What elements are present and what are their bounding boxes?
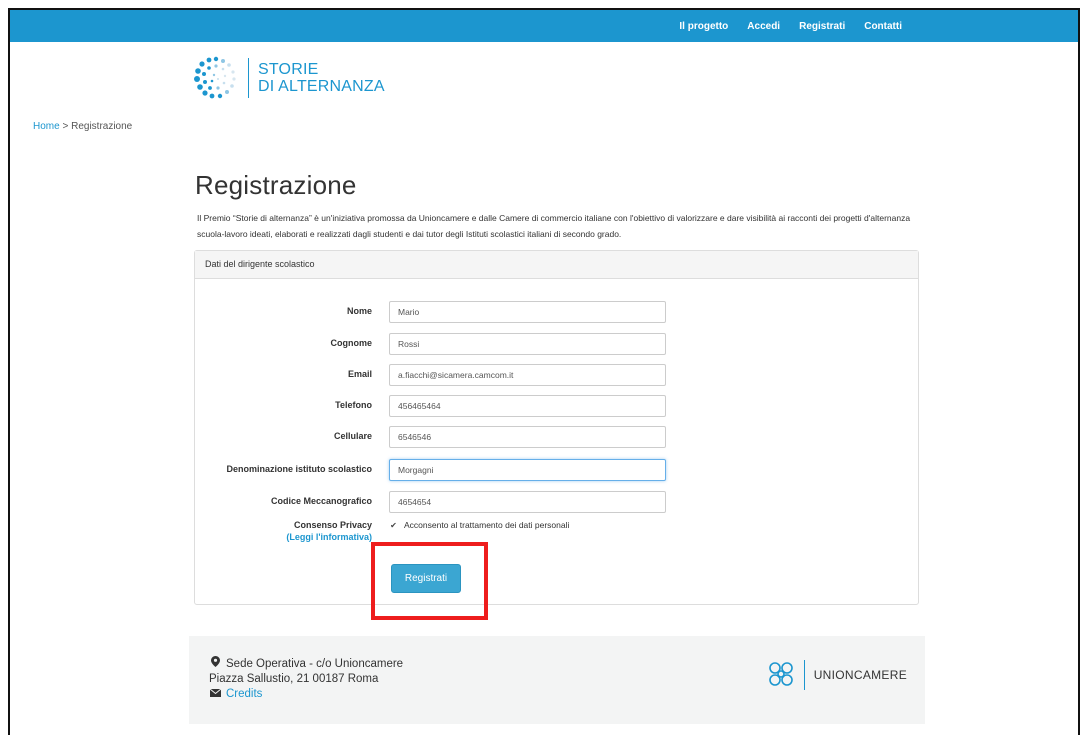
form-row-telefono: Telefono <box>195 395 918 417</box>
cellulare-label: Cellulare <box>333 431 372 441</box>
envelope-icon <box>209 687 221 702</box>
footer-brand-divider <box>803 660 805 690</box>
cellulare-field[interactable] <box>389 426 666 448</box>
breadcrumb-home[interactable]: Home <box>33 121 60 132</box>
nav-registrati[interactable]: Registrati <box>799 21 845 32</box>
codice-meccanografico-field[interactable] <box>389 491 666 513</box>
privacy-label-text: Consenso Privacy <box>293 520 372 530</box>
unioncamere-knot-icon <box>768 662 793 686</box>
telefono-field[interactable] <box>389 395 666 417</box>
istituto-field[interactable] <box>389 459 666 481</box>
site-logo[interactable]: STORIE DI ALTERNANZA <box>192 55 385 101</box>
form-row-istituto: Denominazione istituto scolastico <box>195 459 918 481</box>
panel-heading: Dati del dirigente scolastico <box>195 251 918 279</box>
form-row-cellulare: Cellulare <box>195 426 918 448</box>
top-navbar: Il progetto Accedi Registrati Contatti <box>10 10 1078 42</box>
privacy-label: Consenso Privacy (Leggi l'informativa) <box>286 519 372 543</box>
nome-label: Nome <box>346 306 372 316</box>
cognome-label: Cognome <box>330 338 373 348</box>
breadcrumb-current: Registrazione <box>71 121 133 132</box>
top-navigation: Il progetto Accedi Registrati Contatti <box>660 10 902 42</box>
map-marker-icon <box>209 656 221 672</box>
registration-panel: Dati del dirigente scolastico Nome Cogno… <box>194 250 919 605</box>
unioncamere-logo[interactable]: UNIONCAMERE <box>766 660 907 690</box>
intro-text: Il Premio “Storie di alternanza” è un'in… <box>197 213 911 239</box>
dots-circle-logo-icon <box>194 56 236 99</box>
codice-label: Codice Meccanografico <box>270 496 372 506</box>
footer-address-line-1: Sede Operativa - c/o Unioncamere <box>226 657 404 670</box>
page-title: Registrazione <box>195 170 357 200</box>
nav-il-progetto[interactable]: Il progetto <box>679 21 728 32</box>
footer-address-row-1: Sede Operativa - c/o Unioncamere <box>209 656 403 672</box>
nav-contatti[interactable]: Contatti <box>864 21 902 32</box>
cognome-field[interactable] <box>389 333 666 355</box>
form-row-codice: Codice Meccanografico <box>195 491 918 513</box>
footer: Sede Operativa - c/o Unioncamere Piazza … <box>189 636 925 724</box>
privacy-info-link[interactable]: (Leggi l'informativa) <box>286 531 372 543</box>
logo-wordmark: STORIE DI ALTERNANZA <box>258 61 385 95</box>
logo-divider <box>248 58 249 98</box>
breadcrumb-separator: > <box>62 121 69 132</box>
form-row-nome: Nome <box>195 301 918 323</box>
logo-line-1: STORIE <box>258 61 319 78</box>
footer-address-line-2: Piazza Sallustio, 21 00187 Roma <box>209 673 379 685</box>
highlight-annotation <box>371 542 488 620</box>
breadcrumb: Home > Registrazione <box>33 121 132 132</box>
footer-brand-name: UNIONCAMERE <box>813 668 907 682</box>
logo-line-2: DI ALTERNANZA <box>258 78 385 95</box>
istituto-label: Denominazione istituto scolastico <box>226 464 372 474</box>
privacy-consent[interactable]: ✔ Acconsento al trattamento dei dati per… <box>389 520 569 530</box>
footer-credits-row: Credits <box>209 687 403 702</box>
footer-address: Sede Operativa - c/o Unioncamere Piazza … <box>209 656 403 702</box>
nome-field[interactable] <box>389 301 666 323</box>
telefono-label: Telefono <box>335 400 372 410</box>
form-row-email: Email <box>195 364 918 386</box>
privacy-checkbox-label: Acconsento al trattamento dei dati perso… <box>404 520 570 530</box>
browser-viewport: Il progetto Accedi Registrati Contatti S… <box>8 8 1080 735</box>
email-field[interactable] <box>389 364 666 386</box>
privacy-checkbox[interactable]: ✔ <box>389 521 398 530</box>
form-row-cognome: Cognome <box>195 333 918 355</box>
email-label: Email <box>347 369 372 379</box>
credits-link[interactable]: Credits <box>226 687 262 702</box>
nav-accedi[interactable]: Accedi <box>747 21 780 32</box>
